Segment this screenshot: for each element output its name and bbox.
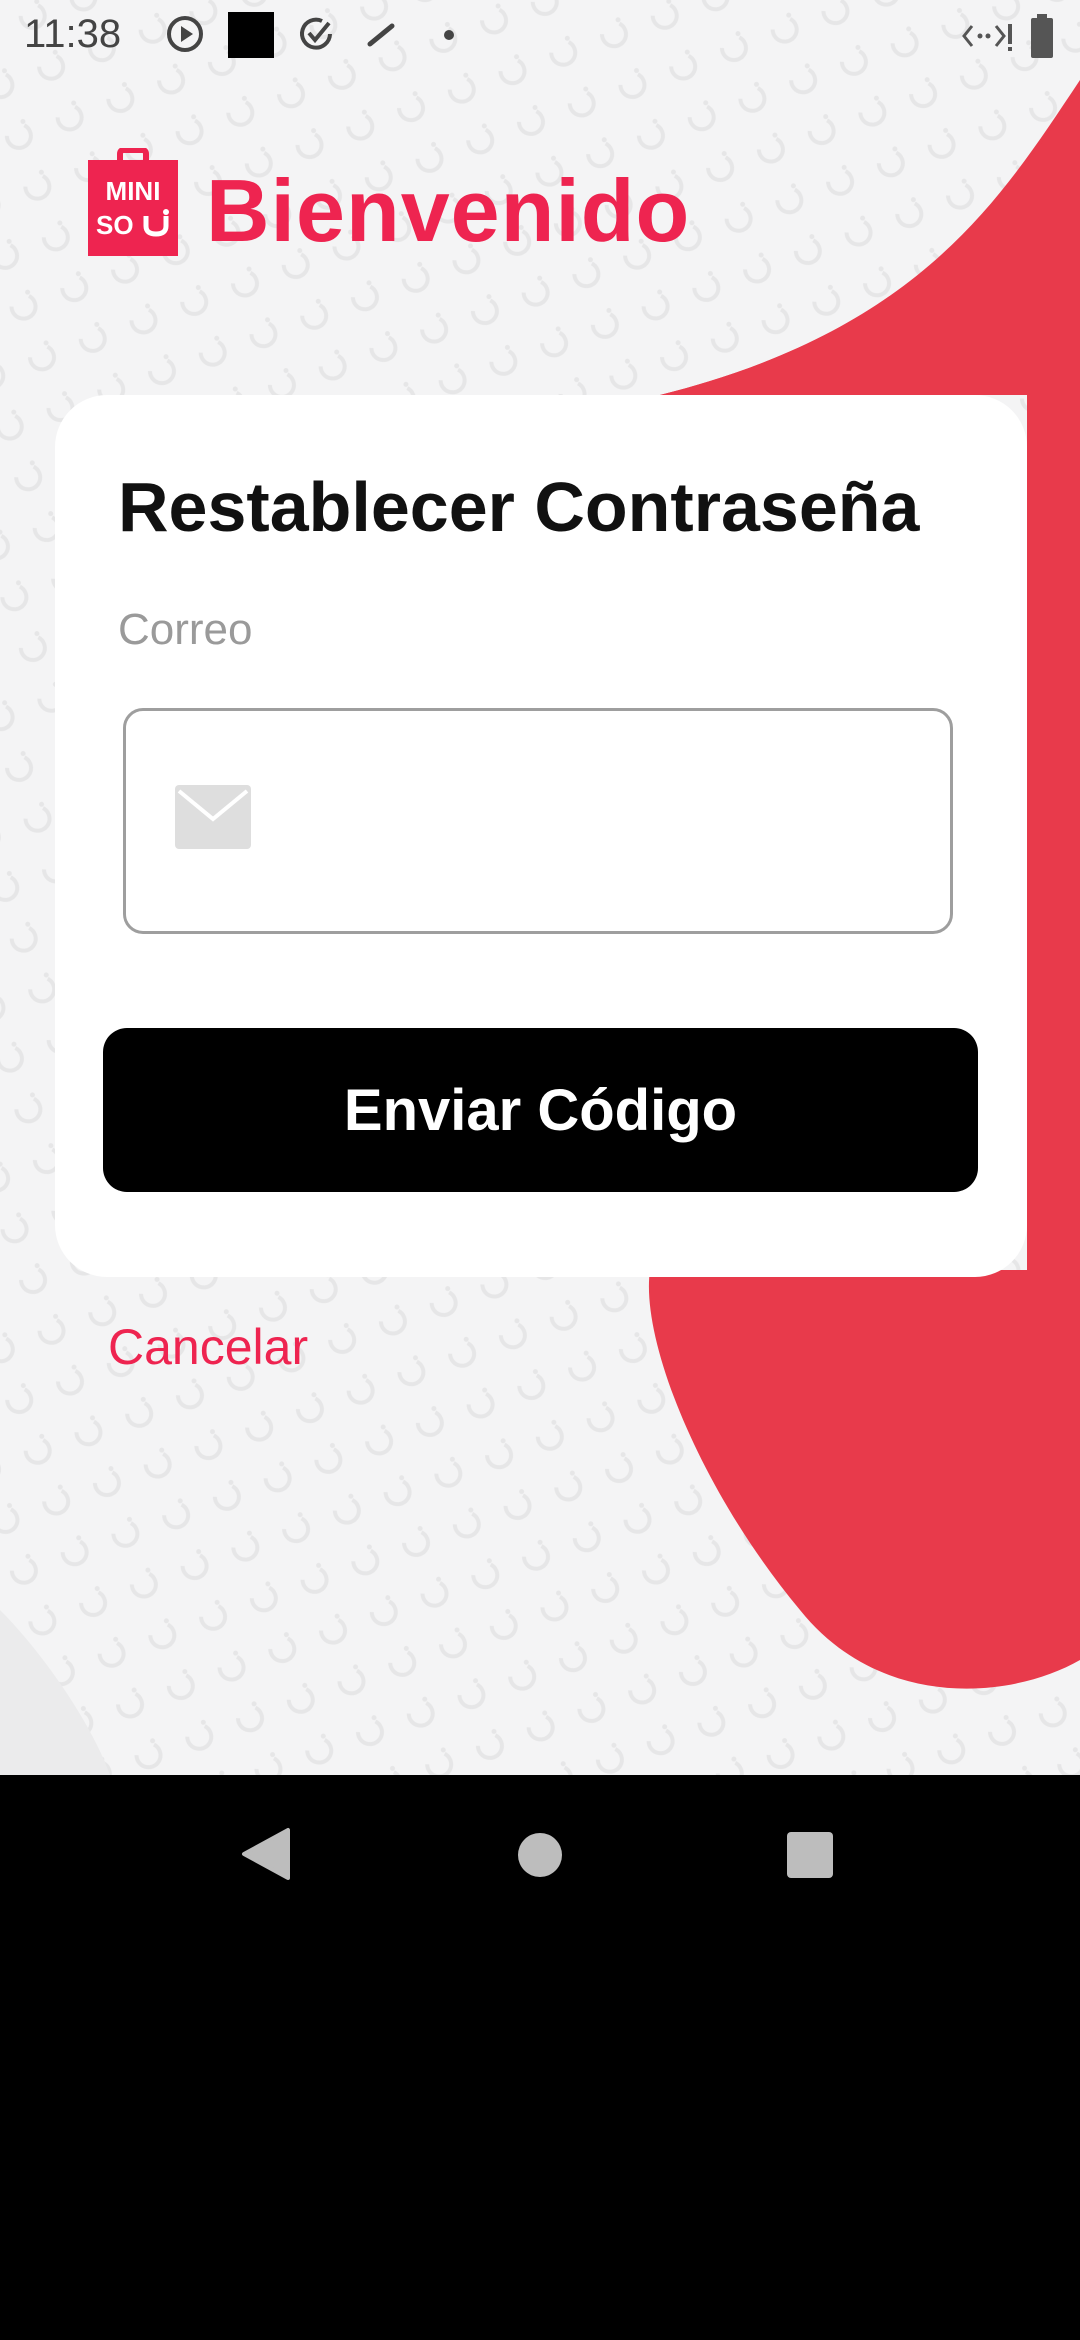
mail-icon — [175, 785, 251, 849]
app-screen: 11:38 MINI SO Bienvenido Restablecer Con… — [0, 0, 1080, 1775]
email-label: Correo — [118, 605, 253, 654]
welcome-title: Bienvenido — [206, 161, 691, 260]
signal-icon — [962, 24, 1012, 51]
reset-password-card: Restablecer Contraseña Correo Enviar Cód… — [55, 395, 1027, 1277]
dot-icon — [444, 30, 454, 40]
logo-text-line1: MINI — [106, 176, 161, 206]
send-code-button[interactable]: Enviar Código — [103, 1028, 978, 1192]
cancel-link[interactable]: Cancelar — [108, 1318, 308, 1376]
status-time: 11:38 — [24, 12, 122, 56]
battery-icon — [1031, 14, 1053, 58]
check-circle-icon — [300, 17, 332, 50]
square-icon — [228, 12, 274, 58]
feather-icon — [367, 23, 395, 47]
logo-text-line2: SO — [96, 210, 134, 240]
home-icon[interactable] — [517, 1832, 563, 1878]
email-field[interactable] — [286, 711, 890, 933]
navigation-bar — [0, 1775, 1080, 2340]
status-bar: 11:38 — [0, 0, 1080, 72]
play-circle-icon — [167, 16, 203, 52]
back-icon[interactable] — [240, 1826, 292, 1882]
miniso-logo: MINI SO — [88, 148, 178, 256]
card-title: Restablecer Contraseña — [118, 468, 920, 546]
recents-icon[interactable] — [787, 1832, 833, 1878]
